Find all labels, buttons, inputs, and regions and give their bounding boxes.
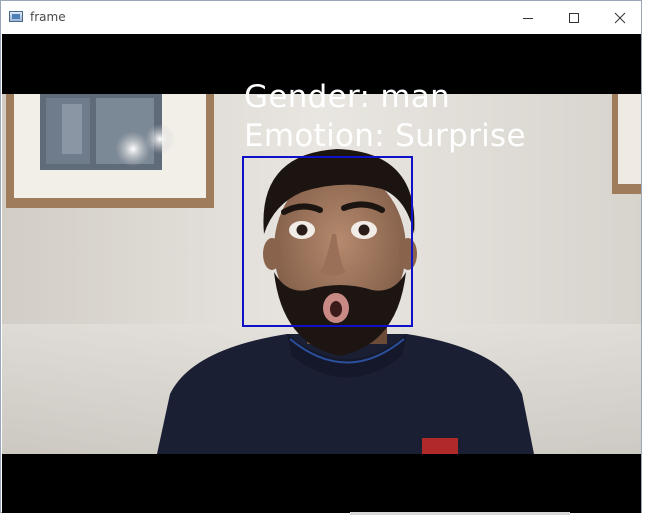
face-detection-box — [242, 156, 413, 327]
minimize-button[interactable] — [505, 1, 551, 34]
maximize-icon — [569, 12, 579, 23]
emotion-label: Emotion: Surprise — [244, 118, 526, 154]
window-app-icon — [9, 11, 23, 22]
title-bar[interactable]: frame — [1, 1, 641, 34]
close-button[interactable] — [597, 1, 643, 34]
window-title: frame — [30, 10, 66, 24]
video-frame: Gender: man Emotion: Surprise — [2, 34, 641, 513]
maximize-button[interactable] — [551, 1, 597, 34]
minimize-icon — [523, 17, 533, 19]
close-icon — [614, 12, 626, 23]
frame-window: frame Gender: man Emotion: Surprise — [0, 0, 642, 513]
gender-label: Gender: man — [244, 79, 451, 115]
